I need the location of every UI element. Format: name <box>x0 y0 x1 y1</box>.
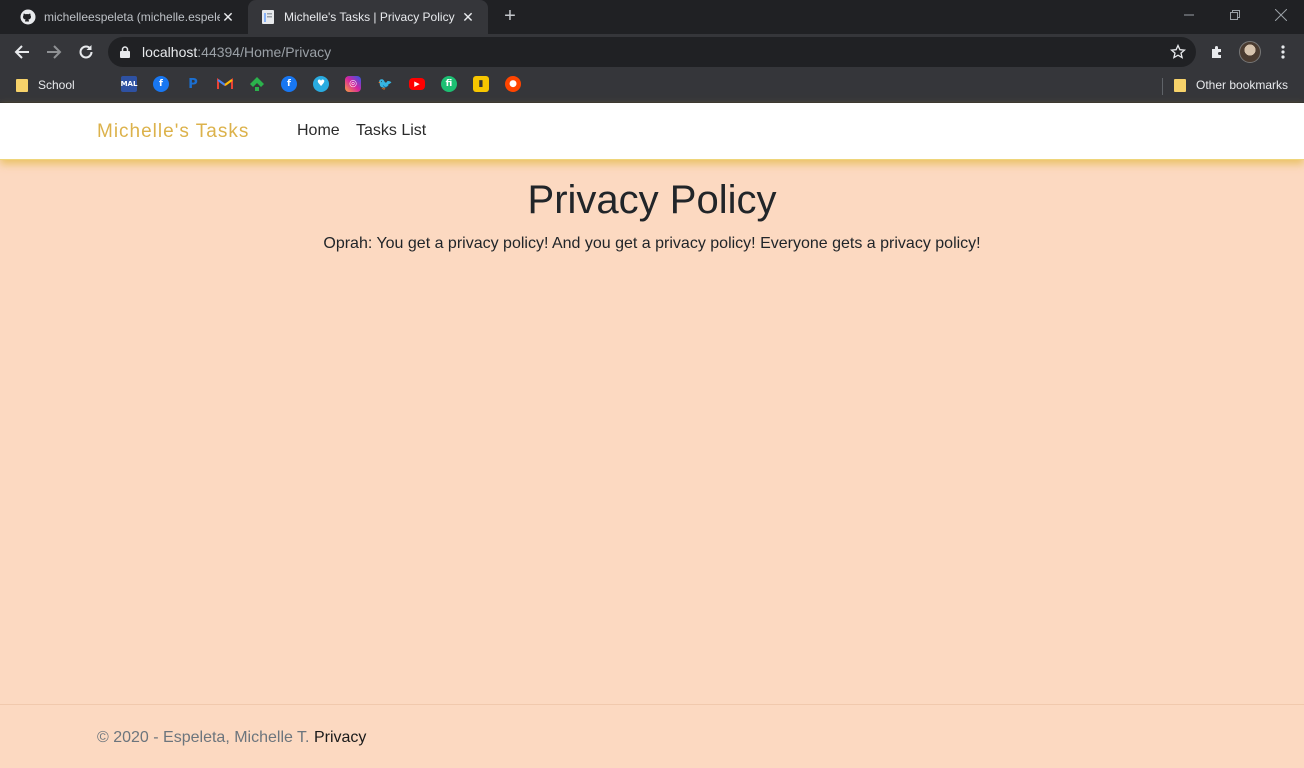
privacy-text: Oprah: You get a privacy policy! And you… <box>323 235 981 252</box>
site-footer: © 2020 - Espeleta, Michelle T. Privacy <box>97 729 366 747</box>
footer-copyright: © 2020 - Espeleta, Michelle T. <box>97 729 310 746</box>
url-path: :44394/Home/Privacy <box>197 44 332 60</box>
page-title: Privacy Policy <box>527 178 777 222</box>
footer-divider <box>0 704 1304 705</box>
reload-icon[interactable] <box>72 38 100 66</box>
profile-avatar[interactable] <box>1239 41 1261 63</box>
folder-icon <box>1174 78 1186 92</box>
folder-icon <box>16 78 28 92</box>
bookmark-star-icon[interactable] <box>1169 43 1187 65</box>
menu-kebab-icon[interactable] <box>1271 40 1295 64</box>
feedly-icon[interactable] <box>249 76 265 92</box>
page-icon <box>260 9 276 25</box>
bookmark-folder-label: Other bookmarks <box>1196 78 1289 92</box>
bookmark-folder-label: School <box>38 78 75 92</box>
bookmarks-bar: School MAL f P f ♥ ◎ 🐦 ▶ fi ▮ ● Other bo… <box>0 70 1304 103</box>
fiverr-icon[interactable]: fi <box>441 76 457 92</box>
gmail-icon[interactable] <box>217 76 233 92</box>
ko-fi-icon[interactable]: ♥ <box>313 76 329 92</box>
tab-title: michelleespeleta (michelle.espeleta) <box>44 10 220 24</box>
instagram-icon[interactable]: ◎ <box>345 76 361 92</box>
minimize-icon[interactable] <box>1166 0 1212 30</box>
close-window-icon[interactable] <box>1258 0 1304 30</box>
lock-icon <box>120 46 134 58</box>
new-tab-icon[interactable]: + <box>498 5 522 29</box>
nav-link-home[interactable]: Home <box>297 122 340 140</box>
bookmark-separator <box>1162 78 1163 95</box>
close-tab-icon[interactable]: ✕ <box>220 9 236 26</box>
github-icon <box>20 9 36 25</box>
tab-privacy-policy[interactable]: Michelle's Tasks | Privacy Policy ✕ <box>248 0 488 34</box>
forward-arrow-icon[interactable] <box>40 38 68 66</box>
nav-link-tasks-list[interactable]: Tasks List <box>356 122 426 140</box>
address-bar[interactable]: localhost:44394/Home/Privacy <box>108 37 1196 67</box>
browser-toolbar: localhost:44394/Home/Privacy <box>0 34 1304 70</box>
bookmark-folder-other[interactable]: Other bookmarks <box>1174 78 1288 92</box>
myanimelist-icon[interactable]: MAL <box>121 76 137 92</box>
tab-title: Michelle's Tasks | Privacy Policy <box>284 10 455 24</box>
url-text: localhost:44394/Home/Privacy <box>142 44 331 60</box>
url-host: localhost <box>142 44 198 60</box>
tab-strip: michelleespeleta (michelle.espeleta) ✕ M… <box>0 0 1304 34</box>
notes-icon[interactable]: ▮ <box>473 76 489 92</box>
paypal-icon[interactable]: P <box>185 76 201 92</box>
bookmark-folder-school[interactable]: School <box>16 78 75 92</box>
extensions-puzzle-icon[interactable] <box>1206 40 1230 64</box>
site-brand-link[interactable]: Michelle's Tasks <box>97 121 249 143</box>
back-arrow-icon[interactable] <box>8 38 36 66</box>
footer-privacy-link[interactable]: Privacy <box>314 729 366 746</box>
facebook-icon[interactable]: f <box>281 76 297 92</box>
twitter-icon[interactable]: 🐦 <box>377 76 393 92</box>
tab-github[interactable]: michelleespeleta (michelle.espeleta) ✕ <box>8 0 248 34</box>
facebook-icon[interactable]: f <box>153 76 169 92</box>
reddit-icon[interactable]: ● <box>505 76 521 92</box>
restore-icon[interactable] <box>1212 0 1258 30</box>
site-header: Michelle's Tasks Home Tasks List <box>0 103 1304 160</box>
close-tab-icon[interactable]: ✕ <box>460 9 476 26</box>
youtube-icon[interactable]: ▶ <box>409 78 425 90</box>
